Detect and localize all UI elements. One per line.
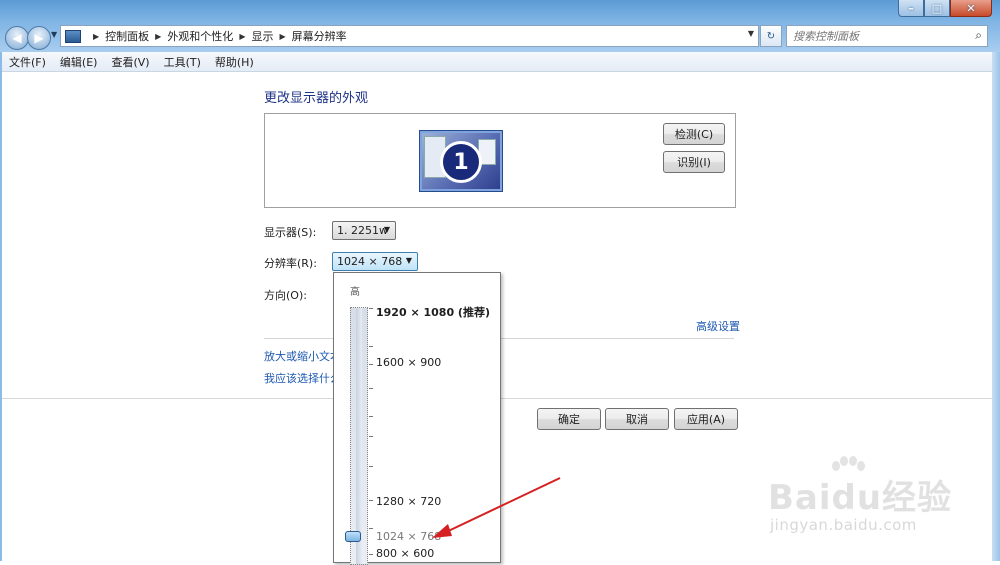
slider-tick <box>369 466 373 467</box>
high-label: 高 <box>350 287 360 298</box>
identify-button[interactable]: 识别(I) <box>663 151 725 173</box>
search-box[interactable]: ⌕ <box>786 25 988 47</box>
forward-button[interactable]: ▶ <box>27 26 51 50</box>
slider-tick <box>369 554 373 555</box>
slider-tick <box>369 346 373 347</box>
back-button[interactable]: ◀ <box>5 26 29 50</box>
cancel-button[interactable]: 取消 <box>605 408 669 430</box>
maximize-icon: □ <box>931 1 943 15</box>
maximize-button[interactable]: □ <box>924 0 950 17</box>
menu-file[interactable]: 文件(F) <box>2 54 53 70</box>
display-select-value: 1. 2251w <box>337 224 388 237</box>
watermark-logo: Baidu经验 <box>768 478 953 518</box>
slider-track-fill <box>356 308 362 564</box>
breadcrumb-appearance[interactable]: 外观和个性化 <box>167 28 233 44</box>
orientation-label: 方向(O): <box>264 289 307 302</box>
text-size-link[interactable]: 放大或缩小文本 <box>264 348 341 364</box>
annotation-arrow-icon <box>432 477 561 538</box>
slider-tick <box>369 528 373 529</box>
chevron-down-icon: ▼ <box>405 256 412 265</box>
page-title: 更改显示器的外观 <box>264 91 369 106</box>
refresh-button[interactable]: ↻ <box>760 25 782 47</box>
apply-button[interactable]: 应用(A) <box>674 408 738 430</box>
close-icon: ✕ <box>966 1 976 15</box>
slider-tick <box>369 416 373 417</box>
display-select[interactable]: 1. 2251w ▼ <box>332 221 396 240</box>
breadcrumb-control-panel[interactable]: 控制面板 <box>105 28 149 44</box>
slider-tick <box>369 388 373 389</box>
control-panel-icon <box>65 29 81 43</box>
menu-tools[interactable]: 工具(T) <box>157 54 208 70</box>
window-border-right <box>992 52 1000 561</box>
menu-bar: 文件(F) 编辑(E) 查看(V) 工具(T) 帮助(H) <box>2 52 992 72</box>
resolution-select-value: 1024 × 768 <box>337 255 403 268</box>
arrow-left-icon: ◀ <box>12 31 22 45</box>
monitor-icon[interactable]: 1 <box>419 130 503 192</box>
chevron-down-icon: ▼ <box>383 225 390 234</box>
resolution-label: 分辨率(R): <box>264 257 317 270</box>
breadcrumb-screen-resolution[interactable]: 屏幕分辨率 <box>292 28 347 44</box>
detect-button[interactable]: 检测(C) <box>663 123 725 145</box>
ok-button[interactable]: 确定 <box>537 408 601 430</box>
what-to-choose-link[interactable]: 我应该选择什么 <box>264 370 341 386</box>
slider-tick <box>369 436 373 437</box>
monitor-number: 1 <box>440 141 482 183</box>
minimize-icon: – <box>908 1 914 15</box>
slider-tick <box>369 308 373 309</box>
advanced-settings-link[interactable]: 高级设置 <box>696 318 740 334</box>
close-button[interactable]: ✕ <box>950 0 992 17</box>
breadcrumb-chevron-icon[interactable]: ▶ <box>279 32 285 41</box>
address-dropdown-icon[interactable]: ▼ <box>748 29 754 38</box>
display-label: 显示器(S): <box>264 226 317 239</box>
resolution-select[interactable]: 1024 × 768 ▼ <box>332 252 418 271</box>
breadcrumb-display[interactable]: 显示 <box>251 28 273 44</box>
slider-tick <box>369 500 373 501</box>
watermark-url: jingyan.baidu.com <box>770 516 917 534</box>
resolution-option[interactable]: 1920 × 1080 (推荐) <box>376 304 490 320</box>
arrow-right-icon: ▶ <box>34 31 44 45</box>
menu-edit[interactable]: 编辑(E) <box>53 54 105 70</box>
window-controls: – □ ✕ <box>898 0 992 17</box>
breadcrumb-chevron-icon[interactable]: ▶ <box>239 32 245 41</box>
minimize-button[interactable]: – <box>898 0 924 17</box>
slider-tick <box>369 364 373 365</box>
resolution-option[interactable]: 1600 × 900 <box>376 356 441 369</box>
breadcrumb-chevron-icon[interactable]: ▶ <box>93 32 99 41</box>
recent-pages-dropdown[interactable]: ▼ <box>51 30 57 39</box>
search-input[interactable] <box>787 28 965 44</box>
breadcrumb-chevron-icon[interactable]: ▶ <box>155 32 161 41</box>
menu-view[interactable]: 查看(V) <box>104 54 156 70</box>
address-bar[interactable]: ▶ 控制面板 ▶ 外观和个性化 ▶ 显示 ▶ 屏幕分辨率 ▼ <box>60 25 759 47</box>
search-icon[interactable]: ⌕ <box>975 28 982 43</box>
resolution-slider-thumb[interactable] <box>345 531 361 542</box>
window-border-left <box>0 52 2 561</box>
refresh-icon: ↻ <box>766 30 776 42</box>
menu-help[interactable]: 帮助(H) <box>208 54 261 70</box>
resolution-slider-track[interactable] <box>350 307 373 565</box>
